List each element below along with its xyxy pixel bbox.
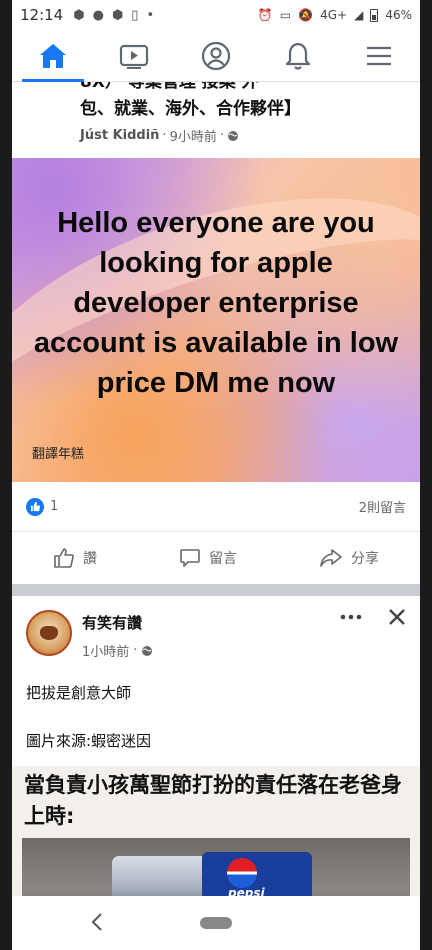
- cast-icon: ▭: [279, 8, 292, 22]
- nav-profile[interactable]: [175, 30, 257, 81]
- thumbs-up-icon: [54, 548, 74, 568]
- post-2-tools: [340, 608, 406, 626]
- post-2-meta: 有笑有讚 1小時前 ·: [82, 610, 153, 660]
- share-icon: [320, 549, 342, 567]
- home-icon: [39, 43, 66, 68]
- comment-icon: [180, 549, 200, 567]
- close-icon[interactable]: [388, 608, 406, 626]
- more-options-icon[interactable]: [340, 614, 362, 620]
- like-count[interactable]: 1: [50, 499, 58, 514]
- nav-home[interactable]: [12, 30, 94, 82]
- system-nav-bar: [12, 896, 420, 950]
- system-status: ⏰ ▭ 🔕 4G+ ◢ 46%: [258, 8, 412, 22]
- post-2-time-line: 1小時前 ·: [82, 641, 153, 660]
- alarm-icon: ⏰: [257, 8, 273, 22]
- reactions-bar: 1 2則留言: [12, 482, 420, 532]
- post-time[interactable]: 9小時前: [170, 126, 217, 145]
- signal-icon: ◢: [354, 8, 364, 22]
- post-2-time[interactable]: 1小時前: [82, 641, 129, 660]
- post-separator: [12, 584, 420, 596]
- phone-icon: ▯: [131, 7, 139, 23]
- post-2: 有笑有讚 1小時前 · 把拔是創意大師 圖片來源:蝦密迷因 當負責小孩萬聖節打扮…: [12, 596, 420, 896]
- top-nav: [12, 30, 420, 82]
- globe-icon: [142, 645, 153, 656]
- bell-icon: [285, 42, 310, 70]
- meme-caption: 當負責小孩萬聖節打扮的責任落在老爸身上時:: [24, 773, 402, 828]
- like-reaction-icon[interactable]: [26, 497, 44, 516]
- comment-label: 留言: [209, 551, 237, 567]
- dot-icon: •: [146, 7, 155, 23]
- meme-photo: pepsi: [22, 838, 410, 896]
- android-icon-2: ⬢: [111, 7, 124, 23]
- globe-icon: [227, 130, 238, 141]
- news-feed[interactable]: 8X） 等業管理 接案 外 包、就業、海外、合作夥伴】 Júst Kiddiñ …: [12, 82, 420, 896]
- nav-notifications[interactable]: [257, 30, 339, 81]
- android-icon: ⬢: [73, 7, 85, 23]
- post-background-card[interactable]: Hello everyone are you looking for apple…: [12, 158, 420, 482]
- post-shared-header: 8X） 等業管理 接案 外 包、就業、海外、合作夥伴】 Júst Kiddiñ …: [12, 82, 420, 158]
- post-author-line: Júst Kiddiñ · 9小時前 ·: [80, 126, 239, 145]
- share-label: 分享: [351, 551, 379, 567]
- screen-edge-right: [420, 0, 432, 950]
- nav-menu[interactable]: [338, 30, 420, 81]
- share-button[interactable]: 分享: [319, 547, 379, 569]
- translate-link[interactable]: 翻譯年糕: [32, 443, 84, 462]
- post-header-text[interactable]: 包、就業、海外、合作夥伴】: [80, 94, 301, 119]
- like-button[interactable]: 讚: [53, 547, 97, 569]
- comment-button[interactable]: 留言: [179, 547, 237, 569]
- post-card-text: Hello everyone are you looking for apple…: [33, 207, 399, 399]
- page-name[interactable]: 有笑有讚: [82, 612, 153, 633]
- screen-edge-left: [0, 0, 12, 950]
- pepsi-brand-text: pepsi: [228, 886, 265, 896]
- page-avatar[interactable]: [26, 610, 72, 656]
- like-label: 讚: [83, 551, 97, 567]
- comment-count[interactable]: 2則留言: [359, 497, 406, 516]
- battery-icon: [370, 8, 379, 22]
- post-2-text-2: 圖片來源:蝦密迷因: [26, 732, 152, 750]
- back-icon[interactable]: [90, 912, 104, 932]
- status-time: 12:14: [20, 6, 64, 24]
- network-label: 4G+: [320, 8, 348, 22]
- post-header-text-cut: 8X） 等業管理 接案 外: [80, 82, 259, 92]
- pepsi-logo-icon: [227, 858, 257, 888]
- meme-image[interactable]: 當負責小孩萬聖節打扮的責任落在老爸身上時: pepsi: [12, 766, 420, 896]
- battery-percent: 46%: [385, 8, 412, 22]
- profile-icon: [201, 41, 231, 70]
- status-bar: 12:14 ⬢ ● ⬢ ▯ • ⏰ ▭ 🔕 4G+ ◢ 46%: [12, 0, 420, 30]
- mute-icon: 🔕: [298, 8, 314, 22]
- notification-icons: ⬢ ● ⬢ ▯ •: [73, 8, 154, 23]
- post-2-text-1: 把拔是創意大師: [26, 684, 132, 702]
- post-2-body: 把拔是創意大師 圖片來源:蝦密迷因: [26, 682, 406, 752]
- nav-watch[interactable]: [94, 30, 176, 81]
- chat-bubble-icon: ●: [92, 7, 104, 23]
- home-pill-button[interactable]: [200, 917, 232, 929]
- post-actions: 讚 留言 分享: [12, 532, 420, 584]
- post-author[interactable]: Júst Kiddiñ: [80, 128, 159, 143]
- menu-icon: [367, 46, 392, 65]
- video-icon: [120, 44, 149, 69]
